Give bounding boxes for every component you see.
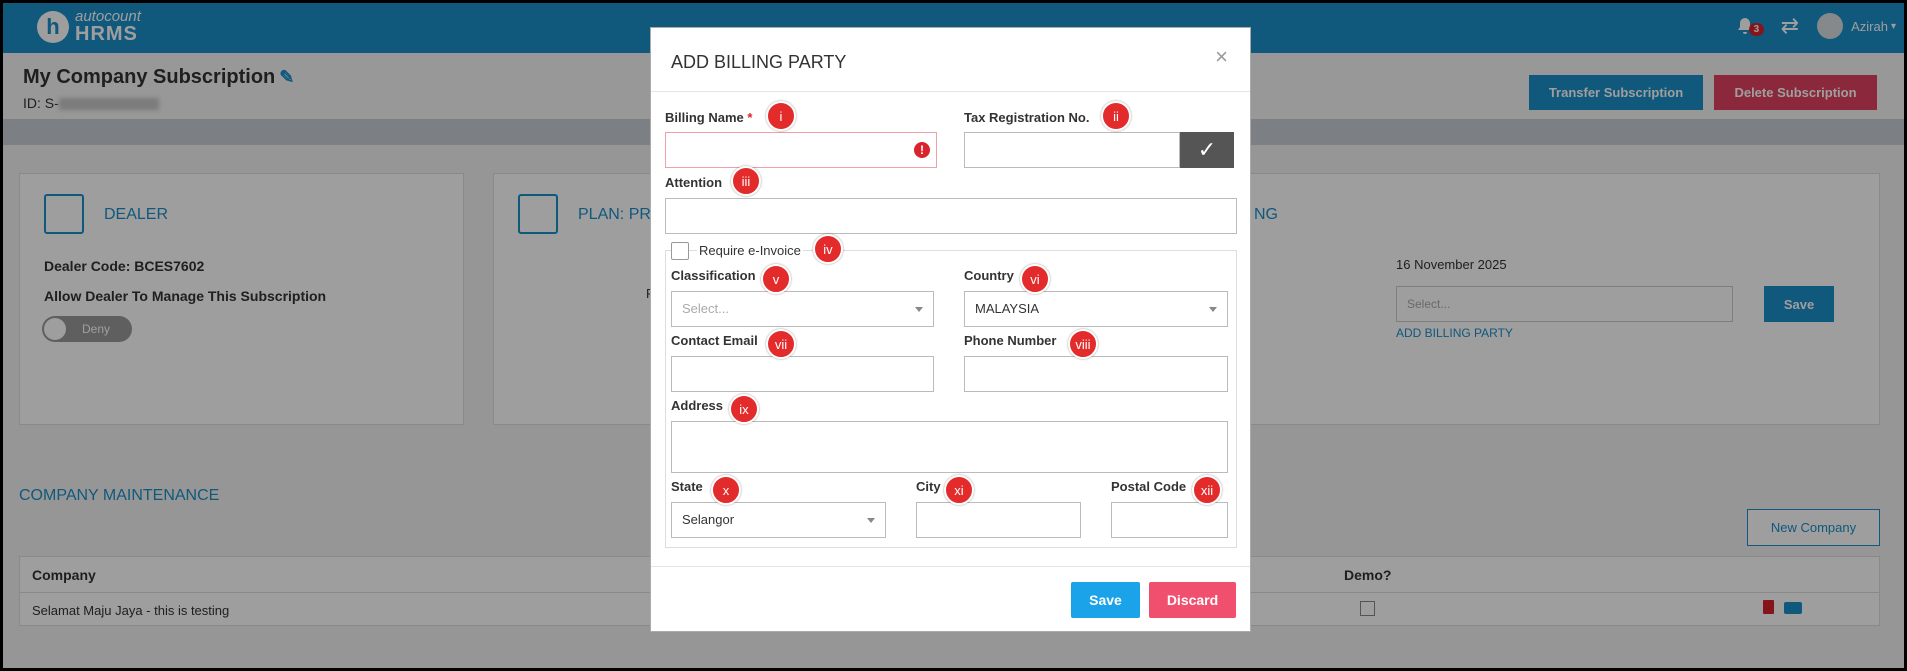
check-icon[interactable]: ✓ (1180, 132, 1234, 168)
add-billing-party-modal: ADD BILLING PARTY × Billing Name * ! Tax… (650, 27, 1251, 632)
tax-registration-label: Tax Registration No. (964, 110, 1090, 125)
annotation-marker: iii (731, 166, 761, 196)
city-label: City (916, 479, 941, 494)
billing-name-input[interactable]: ! (665, 132, 937, 168)
chevron-down-icon (1209, 307, 1217, 312)
tax-registration-input[interactable] (964, 132, 1180, 168)
phone-number-label: Phone Number (964, 333, 1057, 348)
address-label: Address (671, 398, 724, 413)
contact-email-label: Contact Email (671, 333, 758, 348)
annotation-marker: i (766, 101, 796, 131)
state-label: State (671, 479, 703, 494)
attention-label: Attention (665, 175, 723, 190)
postal-code-input[interactable] (1111, 502, 1228, 538)
modal-header: ADD BILLING PARTY × (651, 28, 1250, 92)
city-input[interactable] (916, 502, 1081, 538)
annotation-marker: vii (766, 329, 796, 359)
annotation-marker: viii (1068, 329, 1098, 359)
annotation-marker: ix (729, 394, 759, 424)
close-icon[interactable]: × (1215, 44, 1228, 70)
require-einvoice-checkbox[interactable] (671, 242, 689, 260)
classification-label: Classification (671, 268, 756, 283)
annotation-marker: xii (1192, 475, 1222, 505)
chevron-down-icon (867, 518, 875, 523)
attention-input[interactable] (665, 198, 1237, 234)
classification-select[interactable]: Select... (671, 291, 934, 327)
annotation-marker: vi (1020, 264, 1050, 294)
phone-number-input[interactable] (964, 356, 1228, 392)
annotation-marker: x (711, 475, 741, 505)
require-einvoice-label: Require e-Invoice (697, 243, 803, 258)
modal-footer: Save Discard (651, 566, 1250, 631)
annotation-marker: xi (944, 475, 974, 505)
chevron-down-icon (915, 307, 923, 312)
app-frame: h autocount HRMS 3 ⇄ Azirah ▾ My Company… (0, 0, 1907, 671)
error-icon: ! (914, 142, 930, 158)
annotation-marker: iv (813, 234, 843, 264)
annotation-marker: v (761, 264, 791, 294)
save-button[interactable]: Save (1071, 582, 1140, 618)
annotation-marker: ii (1101, 101, 1131, 131)
discard-button[interactable]: Discard (1149, 582, 1236, 618)
country-select[interactable]: MALAYSIA (964, 291, 1228, 327)
modal-title: ADD BILLING PARTY (671, 52, 847, 72)
postal-code-label: Postal Code (1111, 479, 1187, 494)
billing-name-label: Billing Name * (665, 110, 753, 125)
address-textarea[interactable] (671, 421, 1228, 473)
state-select[interactable]: Selangor (671, 502, 886, 538)
country-label: Country (964, 268, 1014, 283)
contact-email-input[interactable] (671, 356, 934, 392)
